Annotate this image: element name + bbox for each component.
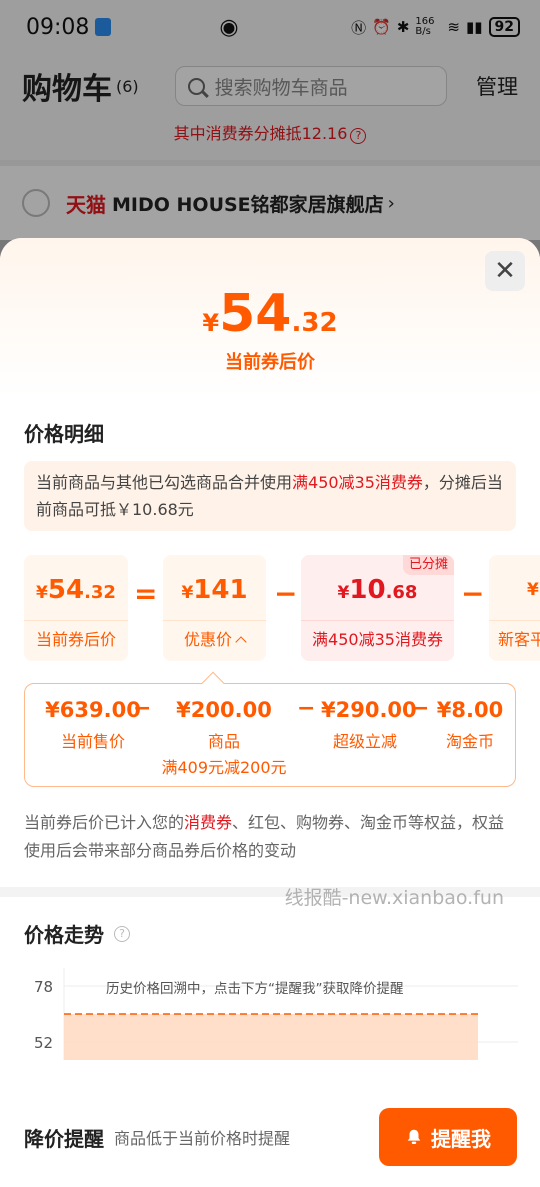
price-formula: ¥54.32 当前券后价 = ¥141 优惠价 − 已分摊 ¥10.68 满45… [0,555,540,663]
formula-coupon-price: ¥54.32 当前券后价 [24,555,128,661]
help-icon[interactable]: ? [114,925,130,942]
price-drop-reminder: 降价提醒 商品低于当前价格时提醒 提醒我 [0,1087,540,1187]
watermark: 线报酷-new.xianbao.fun [284,887,504,909]
shared-badge: 已分摊 [402,555,454,575]
equals-sign: = [134,577,158,610]
coupon-share-note: 当前商品与其他已勾选商品合并使用满450减35消费券，分摊后当前商品可抵￥10.… [24,461,516,531]
price-detail-sheet: ✕ ¥54.32 当前券后价 价格明细 当前商品与其他已勾选商品合并使用满450… [0,238,540,1187]
rights-note: 当前券后价已计入您的消费券、红包、购物券、淘金币等权益，权益使用后会带来部分商品… [24,813,505,860]
minus-sign: − [411,696,430,721]
reminder-desc: 商品低于当前价格时提醒 [114,1129,291,1148]
breakdown-item-discount: ¥200.00 商品 满409元减200元 [161,698,287,777]
breakdown-pointer [201,671,225,695]
close-icon: ✕ [494,256,516,286]
breakdown-super-discount: ¥290.00 超级立减 [321,698,417,751]
chart-annotation: 历史价格回溯中，点击下方“提醒我”获取降价提醒 [106,981,404,997]
chevron-up-icon [235,636,247,648]
bell-icon [407,1129,421,1145]
discount-breakdown: ¥639.00 当前售价 − ¥200.00 商品 满409元减200元 − ¥… [24,671,516,787]
cart-page-background: 09:08 ◉ Ⓝ ⏰ ✱ 166 B/s ≋ ▮▮ 92 购物车 (6) 搜索… [0,0,540,240]
breakdown-taojinbi: ¥8.00 淘金币 [436,698,504,751]
remind-me-button[interactable]: 提醒我 [379,1108,517,1166]
coupon-price: ¥54.32 [202,284,338,344]
breakdown-current-price: ¥639.00 当前售价 [45,698,141,751]
price-detail-title: 价格明细 [24,422,104,446]
y-tick-label: 78 [34,978,53,996]
minus-sign: − [274,577,298,610]
y-tick-label: 52 [34,1034,53,1052]
coupon-price-label: 当前券后价 [225,352,315,373]
formula-discount-price[interactable]: ¥141 优惠价 [163,555,266,661]
minus-sign: − [461,577,485,610]
minus-sign: − [133,696,152,721]
close-button[interactable]: ✕ [485,251,525,291]
price-hero: ¥54.32 当前券后价 [0,238,540,398]
overlay-dim[interactable] [0,0,540,240]
formula-new-customer: ¥ 新客平 [489,555,540,661]
section-divider: 线报酷-new.xianbao.fun [0,887,540,909]
price-chart-svg: 78 52 历史价格回溯中，点击下方“提醒我”获取降价提醒 [34,968,518,1060]
price-area [64,1014,478,1060]
price-trend-chart: 78 52 历史价格回溯中，点击下方“提醒我”获取降价提醒 [0,968,540,1078]
formula-consumer-coupon: 已分摊 ¥10.68 满450减35消费券 [301,555,454,661]
minus-sign: − [297,696,316,721]
reminder-title: 降价提醒 [24,1126,104,1151]
price-trend-title: 价格走势 ? [0,919,540,948]
